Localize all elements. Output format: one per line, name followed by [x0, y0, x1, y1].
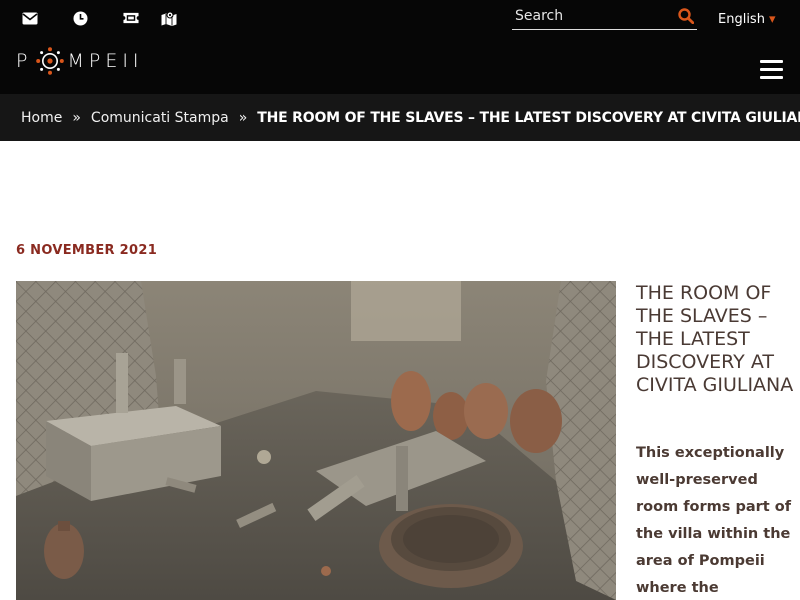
mail-icon[interactable]: [22, 10, 38, 26]
ticket-icon[interactable]: [123, 10, 139, 26]
search-icon[interactable]: [678, 8, 695, 25]
logo-mark-icon: [35, 46, 65, 76]
language-label: English: [718, 12, 765, 27]
article-lead: This exceptionally well-preserved room f…: [636, 445, 792, 596]
breadcrumb-current: THE ROOM OF THE SLAVES – THE LATEST DISC…: [257, 109, 800, 126]
article-title: THE ROOM OF THE SLAVES – THE LATEST DISC…: [636, 282, 794, 396]
article-photo: [16, 281, 616, 600]
clock-icon[interactable]: [72, 10, 88, 26]
site-logo[interactable]: P MPEII: [16, 44, 144, 78]
chevron-down-icon: ▾: [768, 12, 776, 27]
hamburger-icon[interactable]: [760, 60, 783, 79]
breadcrumb-separator: »: [72, 109, 81, 126]
breadcrumb-home[interactable]: Home: [21, 110, 62, 126]
article-date: 6 NOVEMBER 2021: [16, 243, 158, 258]
logo-text-left: P: [16, 50, 33, 72]
language-selector[interactable]: English ▾: [718, 12, 775, 27]
breadcrumb-press-releases[interactable]: Comunicati Stampa: [91, 110, 229, 126]
site-header: English ▾ P MPEII: [0, 0, 800, 94]
breadcrumb: Home » Comunicati Stampa » THE ROOM OF T…: [0, 94, 800, 141]
logo-text-right: MPEII: [67, 50, 144, 72]
breadcrumb-separator: »: [238, 109, 248, 126]
search-input[interactable]: [512, 4, 672, 28]
search-box: [512, 4, 697, 30]
map-icon[interactable]: [161, 10, 177, 26]
